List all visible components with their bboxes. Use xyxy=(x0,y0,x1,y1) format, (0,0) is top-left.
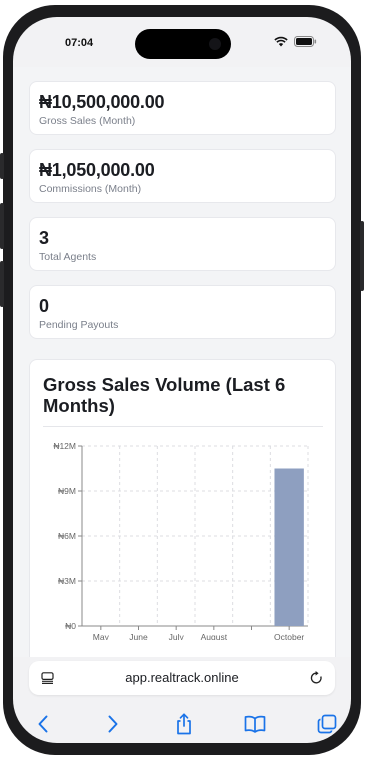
status-time: 07:04 xyxy=(65,37,94,49)
wifi-icon xyxy=(274,36,288,47)
stat-card-gross-sales: ₦10,500,000.00 Gross Sales (Month) xyxy=(29,81,336,135)
reload-icon[interactable] xyxy=(310,671,323,685)
y-tick-label: ₦0 xyxy=(65,621,76,631)
stat-label: Commissions (Month) xyxy=(39,183,142,195)
y-tick-label: ₦12M xyxy=(53,441,76,451)
address-bar[interactable]: app.realtrack.online xyxy=(29,661,335,695)
mute-switch xyxy=(0,153,4,179)
y-tick-label: ₦3M xyxy=(58,576,76,586)
stat-label: Total Agents xyxy=(39,251,97,263)
battery-icon xyxy=(294,36,317,47)
bar-chart: ₦0 ₦3M ₦6M ₦9M ₦12M May June July August October xyxy=(53,441,309,640)
chart-card: Gross Sales Volume (Last 6 Months) ₦0 ₦3M… xyxy=(29,359,336,657)
tabs-button[interactable] xyxy=(315,712,339,736)
bookmarks-button[interactable] xyxy=(243,712,267,736)
forward-button[interactable] xyxy=(101,712,125,736)
power-button xyxy=(360,221,364,291)
stat-value: ₦10,500,000.00 xyxy=(39,92,165,112)
stat-card-pending-payouts: 0 Pending Payouts xyxy=(29,285,336,339)
bookmarks-icon[interactable] xyxy=(244,715,266,733)
screen: 07:04 ₦10,500,000.00 Gross Sales (Month)… xyxy=(13,17,351,743)
phone-frame: 07:04 ₦10,500,000.00 Gross Sales (Month)… xyxy=(0,5,364,755)
stat-value: 0 xyxy=(39,296,49,316)
y-tick-label: ₦9M xyxy=(58,486,76,496)
chart-divider xyxy=(43,426,323,427)
x-tick-label: July xyxy=(169,632,185,640)
x-tick-label: June xyxy=(129,632,148,640)
forward-icon[interactable] xyxy=(107,715,119,733)
stat-card-total-agents: 3 Total Agents xyxy=(29,217,336,271)
dynamic-island xyxy=(135,29,231,59)
stat-card-commissions: ₦1,050,000.00 Commissions (Month) xyxy=(29,149,336,203)
volume-down-button xyxy=(0,261,4,307)
stat-value: ₦1,050,000.00 xyxy=(39,160,155,180)
x-tick-label: August xyxy=(201,632,228,640)
x-tick-label: May xyxy=(93,632,110,640)
bar-october xyxy=(274,468,304,626)
status-icons xyxy=(274,36,317,47)
y-tick-label: ₦6M xyxy=(58,531,76,541)
stat-value: 3 xyxy=(39,228,49,248)
chart-title: Gross Sales Volume (Last 6 Months) xyxy=(43,374,286,416)
page-content: ₦10,500,000.00 Gross Sales (Month) ₦1,05… xyxy=(13,67,351,657)
volume-up-button xyxy=(0,203,4,249)
stat-label: Pending Payouts xyxy=(39,319,119,331)
share-icon[interactable] xyxy=(175,713,193,735)
stat-label: Gross Sales (Month) xyxy=(39,115,136,127)
browser-toolbar xyxy=(13,712,351,742)
tabs-icon[interactable] xyxy=(317,714,337,734)
x-tick-label: October xyxy=(274,632,304,640)
back-icon[interactable] xyxy=(37,715,49,733)
back-button[interactable] xyxy=(31,712,55,736)
url-text[interactable]: app.realtrack.online xyxy=(29,670,335,685)
share-button[interactable] xyxy=(172,712,196,736)
